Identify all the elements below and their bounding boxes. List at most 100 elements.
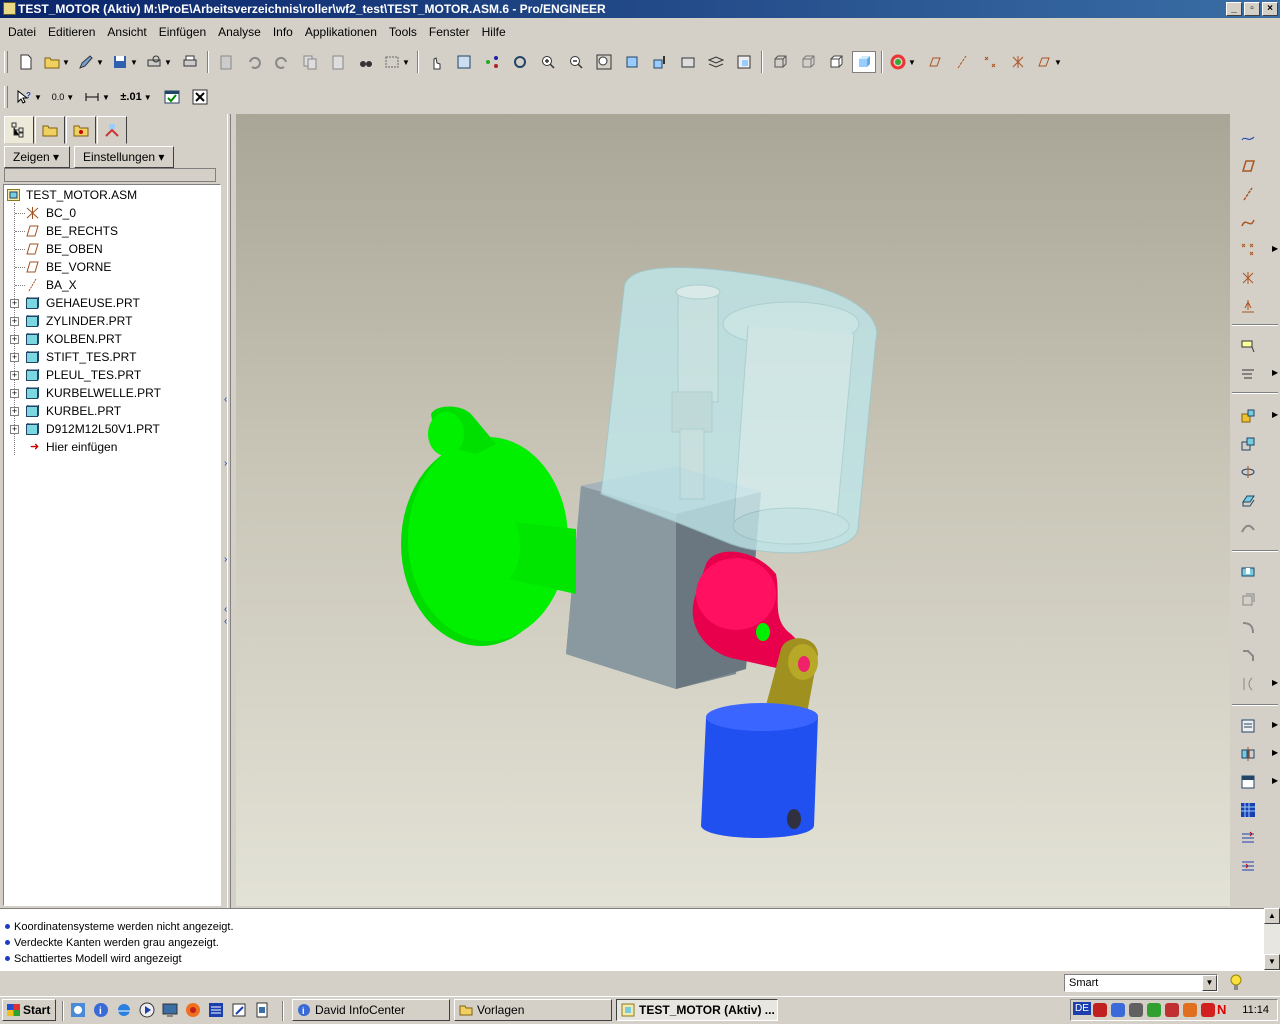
- add-component-button[interactable]: ▶: [1236, 404, 1278, 428]
- quicklaunch-media-icon[interactable]: [139, 1002, 155, 1018]
- tree-insert-here[interactable]: ➜ Hier einfügen: [4, 438, 220, 456]
- language-indicator[interactable]: DE: [1073, 1002, 1091, 1015]
- close-button[interactable]: ×: [1262, 2, 1278, 16]
- tree-item[interactable]: BE_VORNE: [4, 258, 220, 276]
- task-test-motor[interactable]: TEST_MOTOR (Aktiv) ...: [616, 999, 778, 1021]
- minimize-button[interactable]: _: [1226, 2, 1242, 16]
- tree-item[interactable]: BE_RECHTS: [4, 222, 220, 240]
- expand-plus-icon[interactable]: +: [10, 353, 19, 362]
- quicklaunch-app-icon-1[interactable]: [70, 1002, 86, 1018]
- tree-item[interactable]: + KOLBEN.PRT: [4, 330, 220, 348]
- extrude-button[interactable]: [1236, 488, 1266, 512]
- paste-special-button[interactable]: [326, 51, 350, 73]
- chevron-down-icon[interactable]: ▼: [1202, 975, 1217, 991]
- chamfer-button[interactable]: [1236, 644, 1266, 668]
- quicklaunch-list-icon[interactable]: [208, 1002, 224, 1018]
- reorient-button[interactable]: [620, 51, 644, 73]
- sweep-button[interactable]: [1236, 516, 1266, 540]
- selection-filter-select[interactable]: Smart ▼: [1064, 974, 1218, 992]
- collapse-arrow-icon[interactable]: ‹: [224, 394, 227, 405]
- csys-toggle[interactable]: [1006, 51, 1030, 73]
- saved-views-button[interactable]: [648, 51, 672, 73]
- task-david-infocenter[interactable]: i David InfoCenter: [292, 999, 450, 1021]
- task-vorlagen[interactable]: Vorlagen: [454, 999, 612, 1021]
- pattern-button[interactable]: ▶: [1236, 714, 1278, 738]
- quicklaunch-browser-icon[interactable]: [185, 1002, 201, 1018]
- expand-arrow-icon-2[interactable]: ›: [224, 554, 227, 565]
- tray-sound-icon[interactable]: [1183, 1003, 1197, 1017]
- datum-display-button[interactable]: [480, 51, 504, 73]
- collapse-arrow-icon-3[interactable]: ‹: [224, 616, 227, 627]
- menu-analyse[interactable]: Analyse: [212, 22, 267, 42]
- tree-item[interactable]: BC_0: [4, 204, 220, 222]
- expand-plus-icon[interactable]: +: [10, 335, 19, 344]
- sketch-regen-button[interactable]: [452, 51, 476, 73]
- datum-axes-toggle[interactable]: [950, 51, 974, 73]
- revolve-button[interactable]: [1236, 460, 1266, 484]
- print-button[interactable]: [178, 51, 202, 73]
- edit-tool-button[interactable]: ▼: [76, 51, 106, 73]
- tray-update-icon[interactable]: [1147, 1003, 1161, 1017]
- assembly-3d-view[interactable]: [236, 114, 1230, 906]
- expand-plus-icon[interactable]: +: [10, 317, 19, 326]
- hole-button[interactable]: [1236, 560, 1266, 584]
- tree-item[interactable]: + PLEUL_TES.PRT: [4, 366, 220, 384]
- tree-item[interactable]: BE_OBEN: [4, 240, 220, 258]
- paste-button[interactable]: [214, 51, 238, 73]
- tray-info-icon[interactable]: [1111, 1003, 1125, 1017]
- dimension-display-button[interactable]: 0.0 ▼: [48, 86, 78, 108]
- status-light-icon[interactable]: [1228, 973, 1244, 993]
- datum-planes-toggle[interactable]: [922, 51, 946, 73]
- piston-part[interactable]: [701, 703, 818, 838]
- tree-item[interactable]: BA_X: [4, 276, 220, 294]
- menu-tools[interactable]: Tools: [383, 22, 423, 42]
- tree-item[interactable]: + KURBELWELLE.PRT: [4, 384, 220, 402]
- datum-plane-button[interactable]: [1236, 154, 1266, 178]
- refit-button[interactable]: [592, 51, 616, 73]
- print-setup-button[interactable]: ▼: [144, 51, 174, 73]
- mechanism-button[interactable]: ▶: [1236, 362, 1278, 386]
- zoom-in-button[interactable]: [536, 51, 560, 73]
- menu-editieren[interactable]: Editieren: [42, 22, 101, 42]
- settings-menu-button[interactable]: Einstellungen ▾: [74, 146, 174, 168]
- csys-button[interactable]: [1236, 266, 1266, 290]
- taskbar-clock[interactable]: 11:14: [1242, 1000, 1269, 1020]
- show-menu-button[interactable]: Zeigen ▾: [4, 146, 70, 168]
- crankshaft-part[interactable]: [401, 406, 576, 647]
- quicklaunch-info-icon[interactable]: i: [93, 1002, 109, 1018]
- save-button[interactable]: ▼: [110, 51, 140, 73]
- tray-ati-icon[interactable]: [1165, 1003, 1179, 1017]
- panel-splitter[interactable]: ‹ › › ‹ ‹: [222, 114, 236, 908]
- grid-table-button[interactable]: [1236, 798, 1266, 822]
- mirror-button[interactable]: ▶: [1236, 742, 1278, 766]
- zoom-out-button[interactable]: [564, 51, 588, 73]
- context-help-button[interactable]: ? ▼: [14, 86, 44, 108]
- tab-model-tree[interactable]: [4, 116, 34, 144]
- graphics-window[interactable]: [236, 114, 1230, 906]
- copy-button[interactable]: [298, 51, 322, 73]
- expand-plus-icon[interactable]: +: [10, 371, 19, 380]
- relations-button[interactable]: [1236, 826, 1266, 850]
- appearance-button[interactable]: ▼: [888, 51, 918, 73]
- view-manager-button[interactable]: [732, 51, 756, 73]
- cancel-button[interactable]: [188, 86, 212, 108]
- new-file-button[interactable]: [14, 51, 38, 73]
- round-button[interactable]: [1236, 616, 1266, 640]
- analysis-feature-button[interactable]: [1236, 294, 1266, 318]
- tray-network-icon[interactable]: [1129, 1003, 1143, 1017]
- tree-column-header[interactable]: [4, 168, 216, 182]
- find-button[interactable]: [354, 51, 378, 73]
- draft-button[interactable]: ▶: [1236, 672, 1278, 696]
- tree-item[interactable]: + D912M12L50V1.PRT: [4, 420, 220, 438]
- collapse-arrow-icon-2[interactable]: ‹: [224, 604, 227, 615]
- tree-item[interactable]: + KURBEL.PRT: [4, 402, 220, 420]
- quicklaunch-doc-icon[interactable]: [254, 1002, 270, 1018]
- tab-folder-browser[interactable]: [35, 116, 65, 144]
- start-button[interactable]: Start: [2, 999, 56, 1021]
- restore-button[interactable]: ▫: [1244, 2, 1260, 16]
- accept-button[interactable]: [160, 86, 184, 108]
- spin-center-button[interactable]: [424, 51, 448, 73]
- quicklaunch-edit-icon[interactable]: [231, 1002, 247, 1018]
- expand-plus-icon[interactable]: +: [10, 407, 19, 416]
- undo-button[interactable]: [242, 51, 266, 73]
